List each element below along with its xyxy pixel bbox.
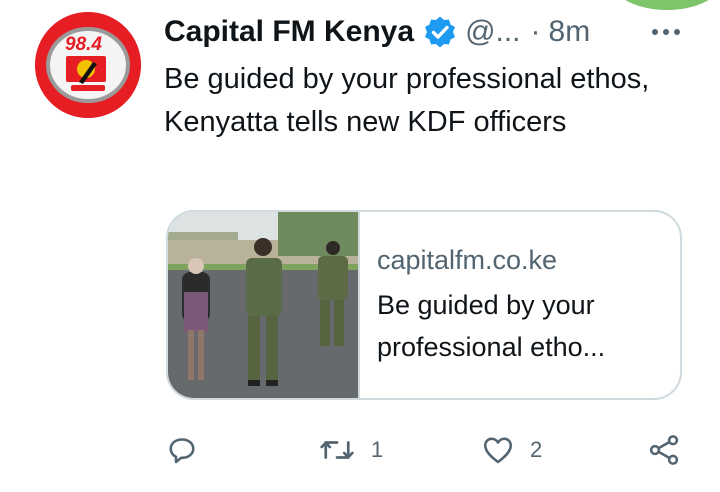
card-title: Be guided by your professional etho...	[377, 290, 606, 362]
tweet-timestamp[interactable]: 8m	[549, 15, 591, 49]
verified-badge-icon	[423, 15, 457, 49]
retweet-button[interactable]: 1	[317, 424, 383, 476]
author-name[interactable]: Capital FM Kenya	[164, 15, 414, 49]
share-icon	[649, 435, 679, 465]
more-options-icon[interactable]	[642, 18, 690, 46]
like-button[interactable]: 2	[480, 424, 542, 476]
tweet-header: Capital FM Kenya @... · 8m	[164, 10, 590, 54]
link-card[interactable]: capitalfm.co.ke Be guided by your profes…	[166, 210, 682, 400]
retweet-count: 1	[371, 437, 384, 462]
author-handle[interactable]: @...	[465, 15, 520, 49]
card-image	[168, 212, 360, 398]
separator-dot: ·	[530, 15, 541, 48]
like-count: 2	[530, 437, 543, 462]
tweet-text: Be guided by your professional ethos, Ke…	[164, 63, 650, 138]
share-button[interactable]	[646, 424, 682, 476]
retweet-icon	[320, 441, 354, 459]
avatar[interactable]: 98.4	[35, 12, 141, 118]
tweet-actions: 1 2	[0, 424, 720, 476]
card-domain: capitalfm.co.ke	[377, 245, 558, 275]
reply-icon	[169, 438, 195, 464]
reply-button[interactable]	[164, 424, 200, 476]
corner-decoration	[612, 0, 720, 10]
heart-icon	[483, 437, 513, 464]
avatar-logo-text: 98.4	[65, 34, 102, 55]
